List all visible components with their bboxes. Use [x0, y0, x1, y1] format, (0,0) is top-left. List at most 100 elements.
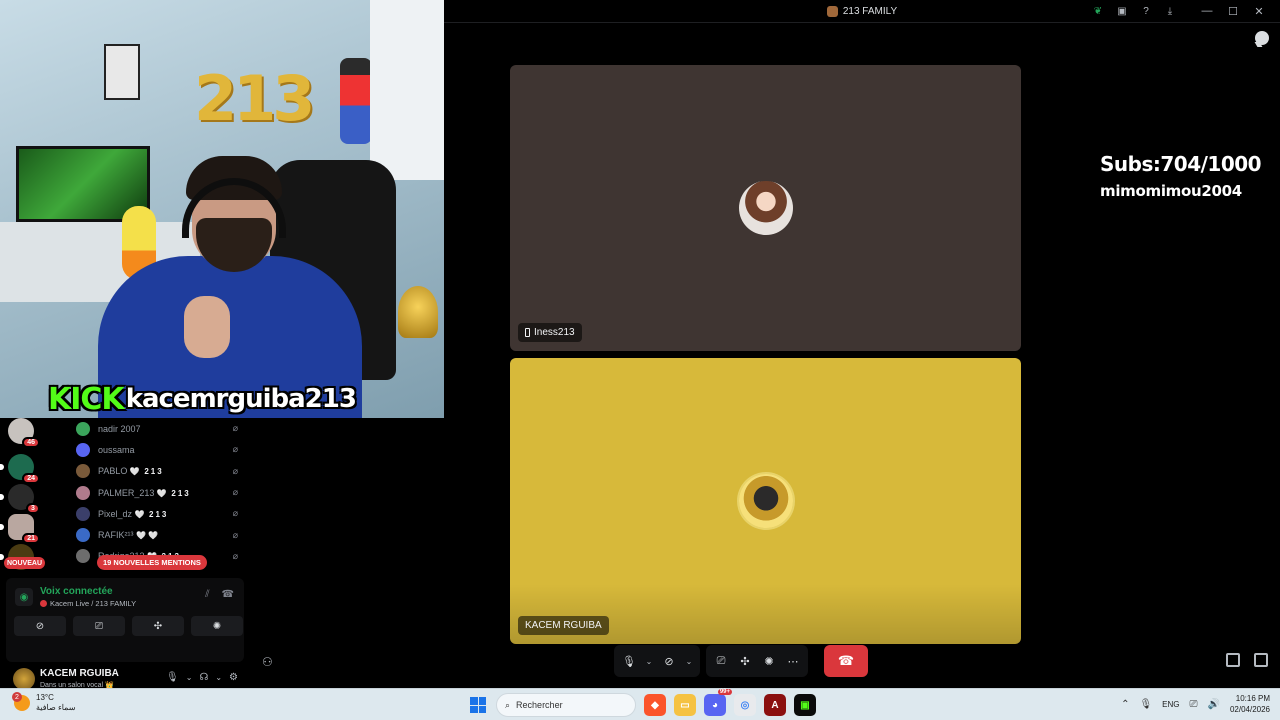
windows-start-icon[interactable]: [468, 695, 488, 715]
user-name[interactable]: KACEM RGUIBA: [40, 668, 119, 679]
list-item[interactable]: PABLO 🤍 213 ⌀: [76, 461, 244, 482]
subs-counter: Subs:704/1000: [1100, 152, 1262, 176]
kick-app-icon[interactable]: ▣: [794, 694, 816, 716]
add-member-icon[interactable]: ⚇: [262, 655, 273, 669]
mention-badge: 24: [22, 473, 40, 484]
chat-bubble-icon[interactable]: [1255, 31, 1269, 45]
acrobat-icon[interactable]: A: [764, 694, 786, 716]
voice-member-list: nadir 2007 ⌀ oussama ⌀ PABLO 🤍 213 ⌀ PAL…: [76, 418, 244, 567]
server-icon[interactable]: 46: [8, 418, 40, 448]
more-options-icon[interactable]: ⋯: [784, 652, 802, 670]
download-icon[interactable]: ⤓: [1158, 3, 1182, 19]
jersey: [370, 0, 444, 180]
balloon-text: 213: [194, 62, 315, 135]
overlay-username: mimomimou2004: [1100, 182, 1242, 200]
participant-tile-kacem[interactable]: KACEM RGUIBA: [510, 358, 1021, 644]
fullscreen-icon[interactable]: [1254, 653, 1268, 667]
voice-status[interactable]: Voix connectée: [40, 586, 113, 597]
weather-widget[interactable]: 2 13°C سماء صافية: [12, 692, 76, 713]
unread-dot: [0, 494, 4, 500]
member-name: Pixel_dz: [98, 508, 133, 519]
headphones-icon[interactable]: ☊: [199, 672, 208, 683]
voice-channel-path[interactable]: Kacem Live / 213 FAMILY: [40, 599, 136, 608]
unread-dot: [0, 554, 4, 560]
kick-logo: KICK: [48, 381, 125, 417]
server-icon[interactable]: 24: [0, 454, 40, 484]
server-rail: 46 24 3 21: [0, 418, 40, 574]
member-hearts: 🤍: [129, 467, 140, 477]
camera-off-icon[interactable]: ⊘: [660, 652, 678, 670]
inbox-icon[interactable]: ▣: [1110, 3, 1134, 19]
brave-icon[interactable]: ◆: [644, 694, 666, 716]
server-icon: [826, 5, 838, 17]
network-icon[interactable]: ⎚: [1190, 699, 1198, 710]
maximize-button[interactable]: ☐: [1220, 3, 1246, 19]
disconnect-icon[interactable]: ☎: [222, 589, 234, 600]
member-hearts: 🤍: [156, 488, 167, 498]
list-item[interactable]: oussama ⌀: [76, 439, 244, 460]
phone-icon: [525, 328, 530, 337]
avatar: [738, 181, 793, 235]
weather-text-group: 13°C سماء صافية: [36, 693, 76, 713]
member-tag: 213: [149, 509, 169, 519]
file-explorer-icon[interactable]: ▭: [674, 694, 696, 716]
chrome-icon[interactable]: ◎: [734, 694, 756, 716]
chevron-down-icon[interactable]: ⌄: [215, 673, 222, 682]
chevron-down-icon[interactable]: ⌄: [644, 657, 654, 666]
noise-suppression-icon[interactable]: ⫽: [205, 589, 209, 600]
participant-name: Iness213: [534, 327, 575, 338]
list-item[interactable]: nadir 2007 ⌀: [76, 418, 244, 439]
popout-icon[interactable]: [1226, 653, 1240, 667]
deafened-icon: ⌀: [232, 529, 238, 540]
soundboard-button[interactable]: ✺: [191, 616, 243, 636]
nitro-leaf-icon[interactable]: ❦: [1086, 3, 1110, 19]
chevron-down-icon[interactable]: ⌄: [684, 657, 694, 666]
soundboard-icon[interactable]: ✺: [760, 652, 778, 670]
avatar: [76, 485, 90, 500]
minimize-button[interactable]: —: [1194, 3, 1220, 19]
volume-icon[interactable]: 🔊: [1208, 699, 1220, 710]
disconnect-button[interactable]: ☎: [824, 645, 868, 677]
server-icon[interactable]: 3: [0, 484, 40, 514]
discord-icon[interactable]: ◕ 99+: [704, 689, 732, 716]
mention-badge: 21: [22, 533, 40, 544]
microphone-icon[interactable]: 🎙: [1139, 699, 1152, 710]
unread-dot: [0, 464, 4, 470]
participant-name: KACEM RGUIBA: [525, 620, 602, 631]
signal-icon[interactable]: ◉: [15, 588, 33, 606]
help-icon[interactable]: ?: [1134, 3, 1158, 19]
microphone-icon[interactable]: 🎙: [620, 652, 638, 670]
date: 02/04/2026: [1229, 705, 1270, 714]
discord-badge: 99+: [717, 689, 732, 695]
server-icon[interactable]: 21: [0, 514, 40, 544]
microphone-icon[interactable]: 🎙: [166, 672, 179, 683]
list-item[interactable]: PALMER_213 🤍 213 ⌀: [76, 482, 244, 503]
new-mentions-button[interactable]: 19 NOUVELLES MENTIONS: [97, 555, 207, 570]
avatar[interactable]: [13, 668, 35, 690]
member-name: oussama: [98, 444, 135, 455]
camera-off-button[interactable]: ⊘: [14, 616, 66, 636]
list-item[interactable]: RAFIK²¹³ 🤍 🤍 ⌀: [76, 524, 244, 545]
avatar: [76, 464, 90, 479]
chevron-down-icon[interactable]: ⌄: [186, 673, 193, 682]
gear-icon[interactable]: ⚙: [229, 672, 238, 683]
temperature: 13°C: [36, 693, 54, 702]
close-button[interactable]: ✕: [1246, 3, 1272, 19]
new-badge: NOUVEAU: [4, 557, 46, 569]
taskbar-search[interactable]: ⌕ Rechercher: [496, 693, 636, 717]
deafened-icon: ⌀: [232, 487, 238, 498]
screen-share-icon[interactable]: ⎚: [712, 652, 730, 670]
mic-group: 🎙 ⌄ ⊘ ⌄: [614, 645, 700, 677]
language-indicator[interactable]: ENG: [1162, 700, 1179, 709]
system-tray: ⌃ 🎙 ENG ⎚ 🔊 10:16 PM 02/04/2026: [1121, 693, 1270, 715]
clock[interactable]: 10:16 PM 02/04/2026: [1230, 693, 1270, 715]
participant-tile-iness[interactable]: Iness213: [510, 65, 1021, 351]
activities-button[interactable]: ✣: [132, 616, 184, 636]
poster: [104, 44, 140, 100]
chevron-up-icon[interactable]: ⌃: [1121, 699, 1129, 710]
list-item[interactable]: Pixel_dz 🤍 213 ⌀: [76, 503, 244, 524]
mention-badge: 46: [22, 437, 40, 448]
activities-icon[interactable]: ✣: [736, 652, 754, 670]
deafened-icon: ⌀: [232, 550, 238, 561]
screen-share-button[interactable]: ⎚: [73, 616, 125, 636]
